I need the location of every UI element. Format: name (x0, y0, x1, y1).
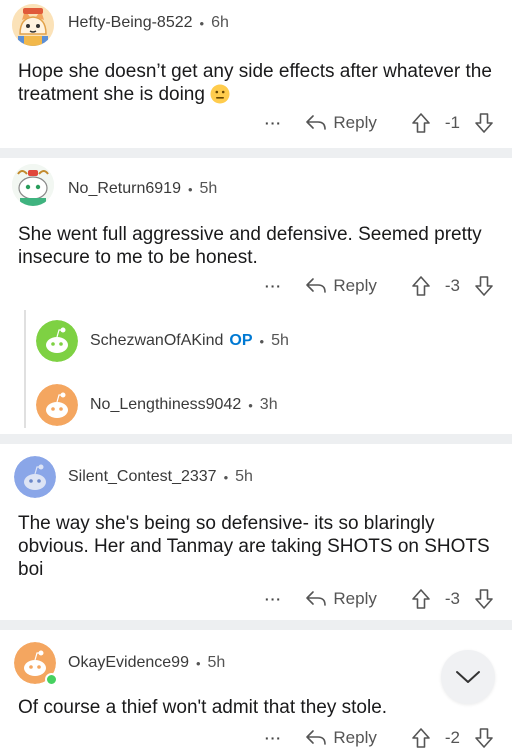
vote-score: -3 (444, 276, 460, 295)
reply-arrow-icon (306, 730, 327, 745)
vote-score: -1 (444, 113, 460, 132)
timestamp: 5h (235, 468, 253, 485)
separator-dot: • (199, 15, 205, 31)
comment-meta: No_Lengthiness9042 • 3h (90, 396, 278, 414)
reply-label: Reply (333, 728, 377, 747)
comment-meta: Silent_Contest_2337 • 5h (68, 468, 253, 486)
vote-control: -3 (411, 275, 494, 297)
downvote-arrow-icon[interactable] (474, 727, 494, 749)
avatar[interactable] (36, 320, 78, 362)
downvote-arrow-icon[interactable] (474, 275, 494, 297)
thread-line[interactable] (24, 310, 26, 428)
comment-divider (0, 148, 512, 158)
avatar[interactable] (12, 4, 54, 46)
username[interactable]: OkayEvidence99 (68, 654, 189, 672)
separator-dot: • (223, 469, 229, 485)
upvote-arrow-icon[interactable] (411, 275, 431, 297)
comment-meta: SchezwanOfAKind OP • 5h (90, 332, 289, 350)
reply-button[interactable]: Reply (305, 113, 377, 133)
timestamp: 5h (199, 180, 218, 197)
comment-meta: OkayEvidence99 • 5h (68, 654, 225, 672)
timestamp: 5h (207, 654, 226, 671)
comment-4: OkayEvidence99 • 5h Of course a thief wo… (0, 630, 512, 750)
reply-button[interactable]: Reply (305, 276, 377, 296)
comment-body: The way she's being so defensive- its so… (18, 513, 490, 580)
more-options-button[interactable]: ··· (263, 591, 283, 607)
reply-label: Reply (333, 113, 377, 132)
snoo-avatar-icon (36, 384, 78, 426)
comment-actions: ··· Reply -2 (263, 725, 494, 750)
comment-actions: ··· Reply -3 (263, 273, 494, 299)
username[interactable]: Hefty-Being-8522 (68, 14, 193, 32)
comment-actions: ··· Reply -1 (263, 110, 494, 136)
username[interactable]: No_Return6919 (68, 180, 181, 198)
separator-dot: • (248, 397, 253, 413)
vote-control: -1 (411, 112, 494, 134)
vote-score: -2 (444, 728, 460, 747)
chevron-down-icon (456, 671, 480, 683)
timestamp: 5h (271, 332, 289, 349)
comment-meta: Hefty-Being-8522 • 6h (68, 14, 229, 32)
upvote-arrow-icon[interactable] (411, 588, 431, 610)
separator-dot: • (195, 655, 201, 671)
vote-control: -3 (411, 588, 494, 610)
collapse-thread-button[interactable] (441, 650, 495, 704)
reply-button[interactable]: Reply (305, 589, 377, 609)
timestamp: 3h (259, 396, 278, 413)
username[interactable]: Silent_Contest_2337 (68, 468, 217, 486)
reply-label: Reply (333, 276, 377, 295)
avatar[interactable] (36, 384, 78, 426)
reply-arrow-icon (306, 278, 327, 293)
comment-text: Hope she doesn’t get any side effects af… (18, 61, 492, 105)
separator-dot: • (259, 333, 265, 349)
more-options-button[interactable]: ··· (263, 730, 283, 746)
snoo-cat-avatar-icon (12, 4, 54, 46)
comment-1: Hefty-Being-8522 • 6h Hope she doesn’t g… (0, 0, 512, 148)
avatar[interactable] (14, 642, 58, 686)
username[interactable]: SchezwanOfAKind (90, 332, 223, 350)
upvote-arrow-icon[interactable] (411, 112, 431, 134)
reply-button[interactable]: Reply (305, 728, 377, 748)
reply-arrow-icon (306, 591, 327, 606)
reply-arrow-icon (306, 115, 327, 130)
comment-body: Of course a thief won't admit that they … (18, 697, 388, 718)
avatar[interactable] (14, 456, 56, 498)
comment-meta: No_Return6919 • 5h (68, 180, 217, 198)
comment-actions: ··· Reply -3 (263, 586, 494, 612)
snoo-avatar-icon (36, 320, 78, 362)
upvote-arrow-icon[interactable] (411, 727, 431, 749)
comment-divider (0, 434, 512, 444)
snoo-avatar-icon (12, 164, 54, 206)
vote-control: -2 (411, 727, 494, 749)
separator-dot: • (187, 181, 193, 197)
snoo-avatar-icon (14, 456, 56, 498)
comment-body: Hope she doesn’t get any side effects af… (18, 60, 498, 106)
more-options-button[interactable]: ··· (263, 278, 283, 294)
comment-2: No_Return6919 • 5h She went full aggress… (0, 158, 512, 434)
online-status-indicator (45, 673, 58, 686)
vote-score: -3 (444, 589, 460, 608)
more-options-button[interactable]: ··· (263, 115, 283, 131)
neutral-face-emoji-icon (210, 84, 230, 104)
comment-divider (0, 620, 512, 630)
op-badge: OP (229, 332, 253, 349)
username[interactable]: No_Lengthiness9042 (90, 396, 241, 414)
reply-label: Reply (333, 589, 377, 608)
comment-3: Silent_Contest_2337 • 5h The way she's b… (0, 444, 512, 620)
downvote-arrow-icon[interactable] (474, 588, 494, 610)
avatar[interactable] (12, 164, 54, 206)
downvote-arrow-icon[interactable] (474, 112, 494, 134)
timestamp: 6h (211, 14, 229, 31)
comment-body: She went full aggressive and defensive. … (18, 224, 482, 268)
